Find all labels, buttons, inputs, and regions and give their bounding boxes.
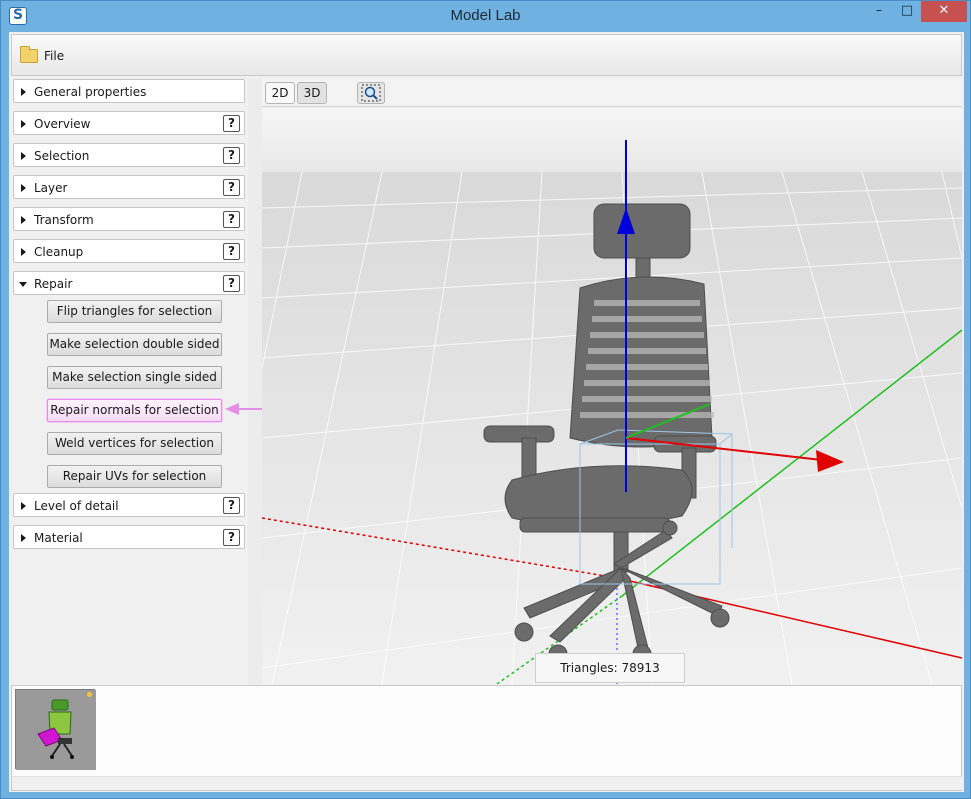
help-button[interactable]: ? [223, 147, 240, 164]
view-2d-button[interactable]: 2D [265, 82, 295, 104]
title-bar[interactable]: Model Lab – □ ✕ [1, 1, 970, 32]
maximize-button[interactable]: □ [893, 1, 921, 22]
file-menu-label: File [44, 49, 65, 63]
weld-vertices-button[interactable]: Weld vertices for selection [47, 432, 222, 455]
panel-label: Layer [34, 181, 68, 195]
help-button[interactable]: ? [223, 529, 240, 546]
properties-sidebar: General properties Overview ? Selection … [11, 79, 248, 684]
panel-level-of-detail[interactable]: Level of detail ? [13, 493, 245, 517]
expand-arrow-icon [21, 216, 26, 224]
expand-arrow-icon [21, 120, 26, 128]
close-button[interactable]: ✕ [921, 1, 967, 22]
triangles-value: 78913 [621, 661, 660, 675]
panel-label: Selection [34, 149, 90, 163]
panel-transform[interactable]: Transform ? [13, 207, 245, 231]
model-thumbnail[interactable] [15, 689, 96, 770]
panel-label: Material [34, 531, 83, 545]
help-button[interactable]: ? [223, 179, 240, 196]
help-button[interactable]: ? [223, 243, 240, 260]
panel-material[interactable]: Material ? [13, 525, 245, 549]
panel-label: Level of detail [34, 499, 119, 513]
asset-strip-scrollbar[interactable] [12, 776, 963, 790]
repair-normals-button[interactable]: Repair normals for selection [47, 399, 222, 422]
panel-overview[interactable]: Overview ? [13, 111, 245, 135]
folder-icon [20, 46, 38, 63]
panel-label: Cleanup [34, 245, 84, 259]
help-button[interactable]: ? [223, 211, 240, 228]
triangle-count: Triangles: 78913 [535, 653, 685, 683]
panel-cleanup[interactable]: Cleanup ? [13, 239, 245, 263]
view-3d-button[interactable]: 3D [297, 82, 327, 104]
double-sided-button[interactable]: Make selection double sided [47, 333, 222, 356]
asset-strip [11, 685, 963, 791]
viewport-toolbar: 2D 3D [262, 79, 962, 107]
zoom-fit-button[interactable] [357, 82, 385, 104]
3d-viewport[interactable]: Triangles: 78913 [262, 108, 962, 684]
modified-indicator [87, 692, 92, 697]
client-area: File General properties Overview ? Selec… [9, 32, 964, 792]
minimize-button[interactable]: – [865, 1, 893, 22]
panel-label: Overview [34, 117, 91, 131]
file-menu[interactable]: File [20, 45, 64, 67]
expand-arrow-icon [21, 184, 26, 192]
viewport-scene [262, 108, 962, 684]
panel-label: Repair [34, 277, 73, 291]
help-button[interactable]: ? [223, 115, 240, 132]
expand-arrow-icon [21, 248, 26, 256]
panel-label: General properties [34, 85, 147, 99]
zoom-fit-icon [361, 84, 381, 102]
help-button[interactable]: ? [223, 497, 240, 514]
expand-arrow-icon [21, 534, 26, 542]
help-button[interactable]: ? [223, 275, 240, 292]
panel-repair[interactable]: Repair ? [13, 271, 245, 295]
panel-selection[interactable]: Selection ? [13, 143, 245, 167]
collapse-arrow-icon [19, 282, 27, 287]
triangles-label: Triangles: [560, 661, 618, 675]
flip-triangles-button[interactable]: Flip triangles for selection [47, 300, 222, 323]
main-toolbar: File [11, 34, 962, 76]
panel-general-properties[interactable]: General properties [13, 79, 245, 103]
app-window: Model Lab – □ ✕ File General properties … [0, 0, 971, 799]
panel-layer[interactable]: Layer ? [13, 175, 245, 199]
expand-arrow-icon [21, 88, 26, 96]
window-title: Model Lab [450, 7, 521, 24]
repair-uvs-button[interactable]: Repair UVs for selection [47, 465, 222, 488]
single-sided-button[interactable]: Make selection single sided [47, 366, 222, 389]
expand-arrow-icon [21, 502, 26, 510]
chair-thumbnail-icon [16, 690, 96, 770]
panel-label: Transform [34, 213, 94, 227]
expand-arrow-icon [21, 152, 26, 160]
sidebar-scrollbar[interactable] [248, 79, 262, 684]
